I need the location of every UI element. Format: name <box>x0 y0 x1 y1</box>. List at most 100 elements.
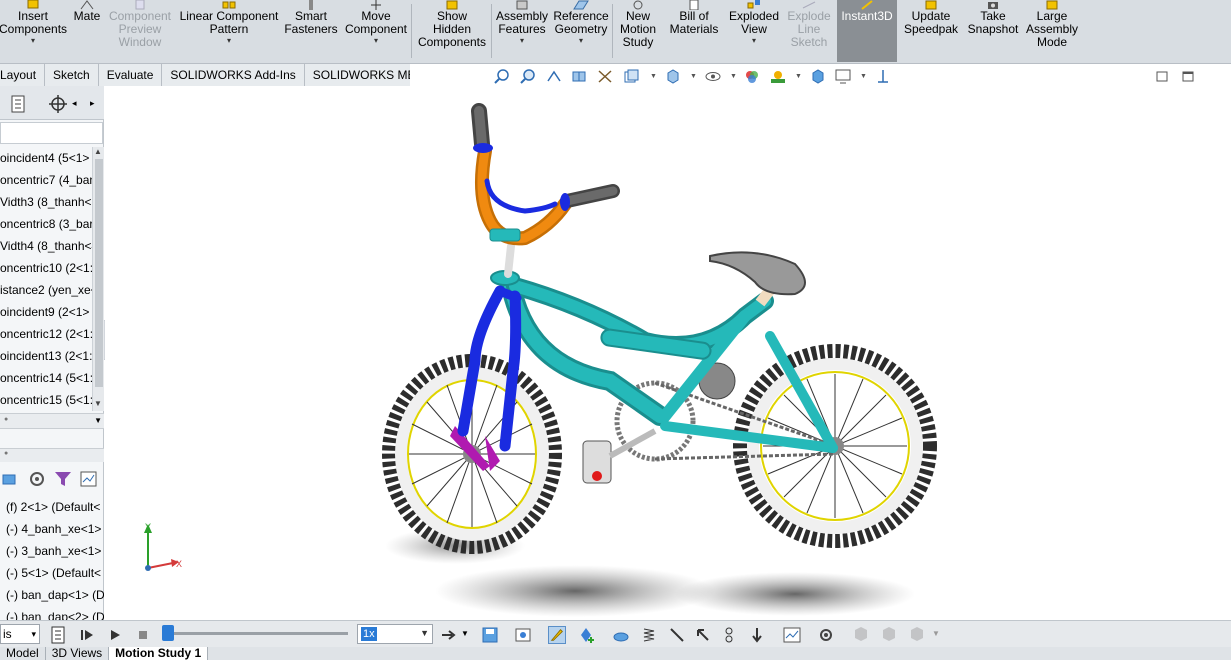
triad-axis-icon[interactable] <box>875 69 891 84</box>
property-manager-icon[interactable] <box>8 94 28 114</box>
mates-scrollbar[interactable]: ▲ ▼ <box>92 147 104 411</box>
chevron-down-icon[interactable]: ▼ <box>932 629 940 638</box>
tabs-scroll-left-icon[interactable]: ◂ <box>72 98 77 109</box>
playback-slider-thumb[interactable] <box>162 625 174 641</box>
zoom-to-fit-icon[interactable] <box>494 69 510 84</box>
scroll-up-icon[interactable]: ▲ <box>94 147 102 156</box>
list-item[interactable]: oncentric14 (5<1: <box>0 367 92 389</box>
new-motion-study-button[interactable]: New Motion Study <box>615 0 661 62</box>
list-item[interactable]: oincident13 (2<1: <box>0 345 92 367</box>
dynamic-annotation-views-icon[interactable] <box>597 69 613 84</box>
study-type-select[interactable]: is ▾ <box>0 624 40 644</box>
list-item[interactable]: (-) ban_dap<2> (D <box>0 606 104 620</box>
chevron-down-icon[interactable]: ▼ <box>730 73 737 80</box>
large-assembly-mode-button[interactable]: Large Assembly Mode <box>1023 0 1081 62</box>
playback-slider-track[interactable] <box>168 632 348 635</box>
tab-sketch[interactable]: Sketch <box>45 64 99 86</box>
bill-of-materials-button[interactable]: Bill of Materials <box>664 0 724 62</box>
tab-solidworks-add-ins[interactable]: SOLIDWORKS Add-Ins <box>162 64 305 86</box>
filter-icon[interactable] <box>908 626 926 644</box>
bicycle-model[interactable]: Y X <box>105 86 1231 620</box>
display-style-icon[interactable] <box>665 69 681 84</box>
tab-evaluate[interactable]: Evaluate <box>99 64 163 86</box>
configuration-manager-icon[interactable] <box>48 94 68 114</box>
list-item[interactable]: oncentric7 (4_ban <box>0 169 92 191</box>
playback-mode-icon[interactable] <box>440 626 458 644</box>
update-speedpak-button[interactable]: Update Speedpak <box>901 0 961 62</box>
motor-icon[interactable] <box>612 626 630 644</box>
filter-input[interactable] <box>0 122 103 144</box>
view-orientation-icon[interactable] <box>623 69 639 84</box>
filter-results-icon[interactable] <box>80 470 98 488</box>
playback-speed-select[interactable]: 1x ▼ <box>357 624 433 644</box>
graphics-area[interactable]: Y X <box>105 86 1231 620</box>
save-animation-icon[interactable] <box>481 626 499 644</box>
monitor-icon[interactable] <box>835 69 851 84</box>
reference-geometry-button[interactable]: Reference Geometry ▾ <box>552 0 610 62</box>
add-key-icon[interactable] <box>578 626 596 644</box>
pane-divider[interactable]: ● ▼ <box>0 413 104 429</box>
explode-line-sketch-button[interactable]: Explode Line Sketch <box>784 0 834 62</box>
damper-icon[interactable] <box>668 626 686 644</box>
expand-icon[interactable] <box>880 626 898 644</box>
list-item[interactable]: Vidth4 (8_thanh<4 <box>0 235 92 257</box>
list-item[interactable]: (-) 4_banh_xe<1> ( <box>0 518 104 540</box>
list-item[interactable]: oincident9 (2<1> <box>0 301 92 323</box>
move-component-button[interactable]: Move Component ▾ <box>342 0 410 62</box>
stop-icon[interactable] <box>134 626 152 644</box>
edit-appearance-icon[interactable] <box>744 69 760 84</box>
show-hidden-components-button[interactable]: Show Hidden Components <box>414 0 490 62</box>
motion-study-properties-icon[interactable] <box>817 626 835 644</box>
chevron-down-icon[interactable]: ▼ <box>650 73 657 80</box>
apply-scene-icon[interactable] <box>770 69 786 84</box>
list-item[interactable]: (-) ban_dap<1> (D <box>0 584 104 606</box>
view-settings-icon[interactable] <box>810 69 826 84</box>
list-item[interactable]: istance2 (yen_xe< <box>0 279 92 301</box>
chevron-down-icon[interactable]: ▼ <box>94 416 102 425</box>
zoom-to-area-icon[interactable] <box>520 69 536 84</box>
spring-icon[interactable] <box>640 626 658 644</box>
insert-components-button[interactable]: Insert Components ▾ <box>0 0 67 62</box>
filter-animation-icon[interactable] <box>2 470 20 488</box>
tab-3d-views[interactable]: 3D Views <box>46 647 110 660</box>
restore-window-icon[interactable] <box>1154 69 1170 84</box>
list-item[interactable]: Vidth3 (8_thanh<8 <box>0 191 92 213</box>
chevron-down-icon[interactable]: ▼ <box>461 629 469 638</box>
play-icon[interactable] <box>106 626 124 644</box>
linear-component-pattern-button[interactable]: Linear Component Pattern ▾ <box>176 0 282 62</box>
calculate-icon[interactable] <box>50 626 68 644</box>
force-icon[interactable] <box>694 626 712 644</box>
animation-wizard-icon[interactable] <box>514 626 532 644</box>
autokey-icon[interactable] <box>548 626 566 644</box>
list-item[interactable]: (-) 3_banh_xe<1> ( <box>0 540 104 562</box>
scroll-down-icon[interactable]: ▼ <box>94 399 102 408</box>
play-from-start-icon[interactable] <box>78 626 96 644</box>
tab-motion-study-1[interactable]: Motion Study 1 <box>109 647 209 660</box>
gravity-icon[interactable] <box>748 626 766 644</box>
assembly-features-button[interactable]: Assembly Features ▾ <box>494 0 550 62</box>
exploded-view-button[interactable]: Exploded View ▾ <box>726 0 782 62</box>
hide-show-items-icon[interactable] <box>705 69 721 84</box>
list-item[interactable]: oncentric12 (2<1: <box>0 323 92 345</box>
chevron-down-icon[interactable]: ▼ <box>690 73 697 80</box>
take-snapshot-button[interactable]: Take Snapshot <box>965 0 1021 62</box>
list-item[interactable]: oincident4 (5<1> <box>0 147 92 169</box>
filter-selected-icon[interactable] <box>54 470 72 488</box>
scrollbar-thumb[interactable] <box>95 159 103 387</box>
results-plots-icon[interactable] <box>783 626 801 644</box>
contact-icon[interactable] <box>720 626 738 644</box>
tabs-scroll-right-icon[interactable]: ▸ <box>90 98 95 109</box>
instant3d-button[interactable]: Instant3D <box>837 0 897 62</box>
list-item[interactable]: (f) 2<1> (Default< <box>0 496 104 518</box>
list-item[interactable]: oncentric10 (2<1: <box>0 257 92 279</box>
pane-divider[interactable]: ● <box>0 448 104 462</box>
chevron-down-icon[interactable]: ▼ <box>795 73 802 80</box>
list-item[interactable]: (-) 5<1> (Default< <box>0 562 104 584</box>
collapse-icon[interactable] <box>852 626 870 644</box>
list-item[interactable]: oncentric8 (3_bar <box>0 213 92 235</box>
maximize-window-icon[interactable] <box>1180 69 1196 84</box>
smart-fasteners-button[interactable]: Smart Fasteners <box>284 0 338 62</box>
previous-view-icon[interactable] <box>546 69 562 84</box>
component-preview-window-button[interactable]: Component Preview Window <box>106 0 174 62</box>
tab-model[interactable]: Model <box>0 647 46 660</box>
